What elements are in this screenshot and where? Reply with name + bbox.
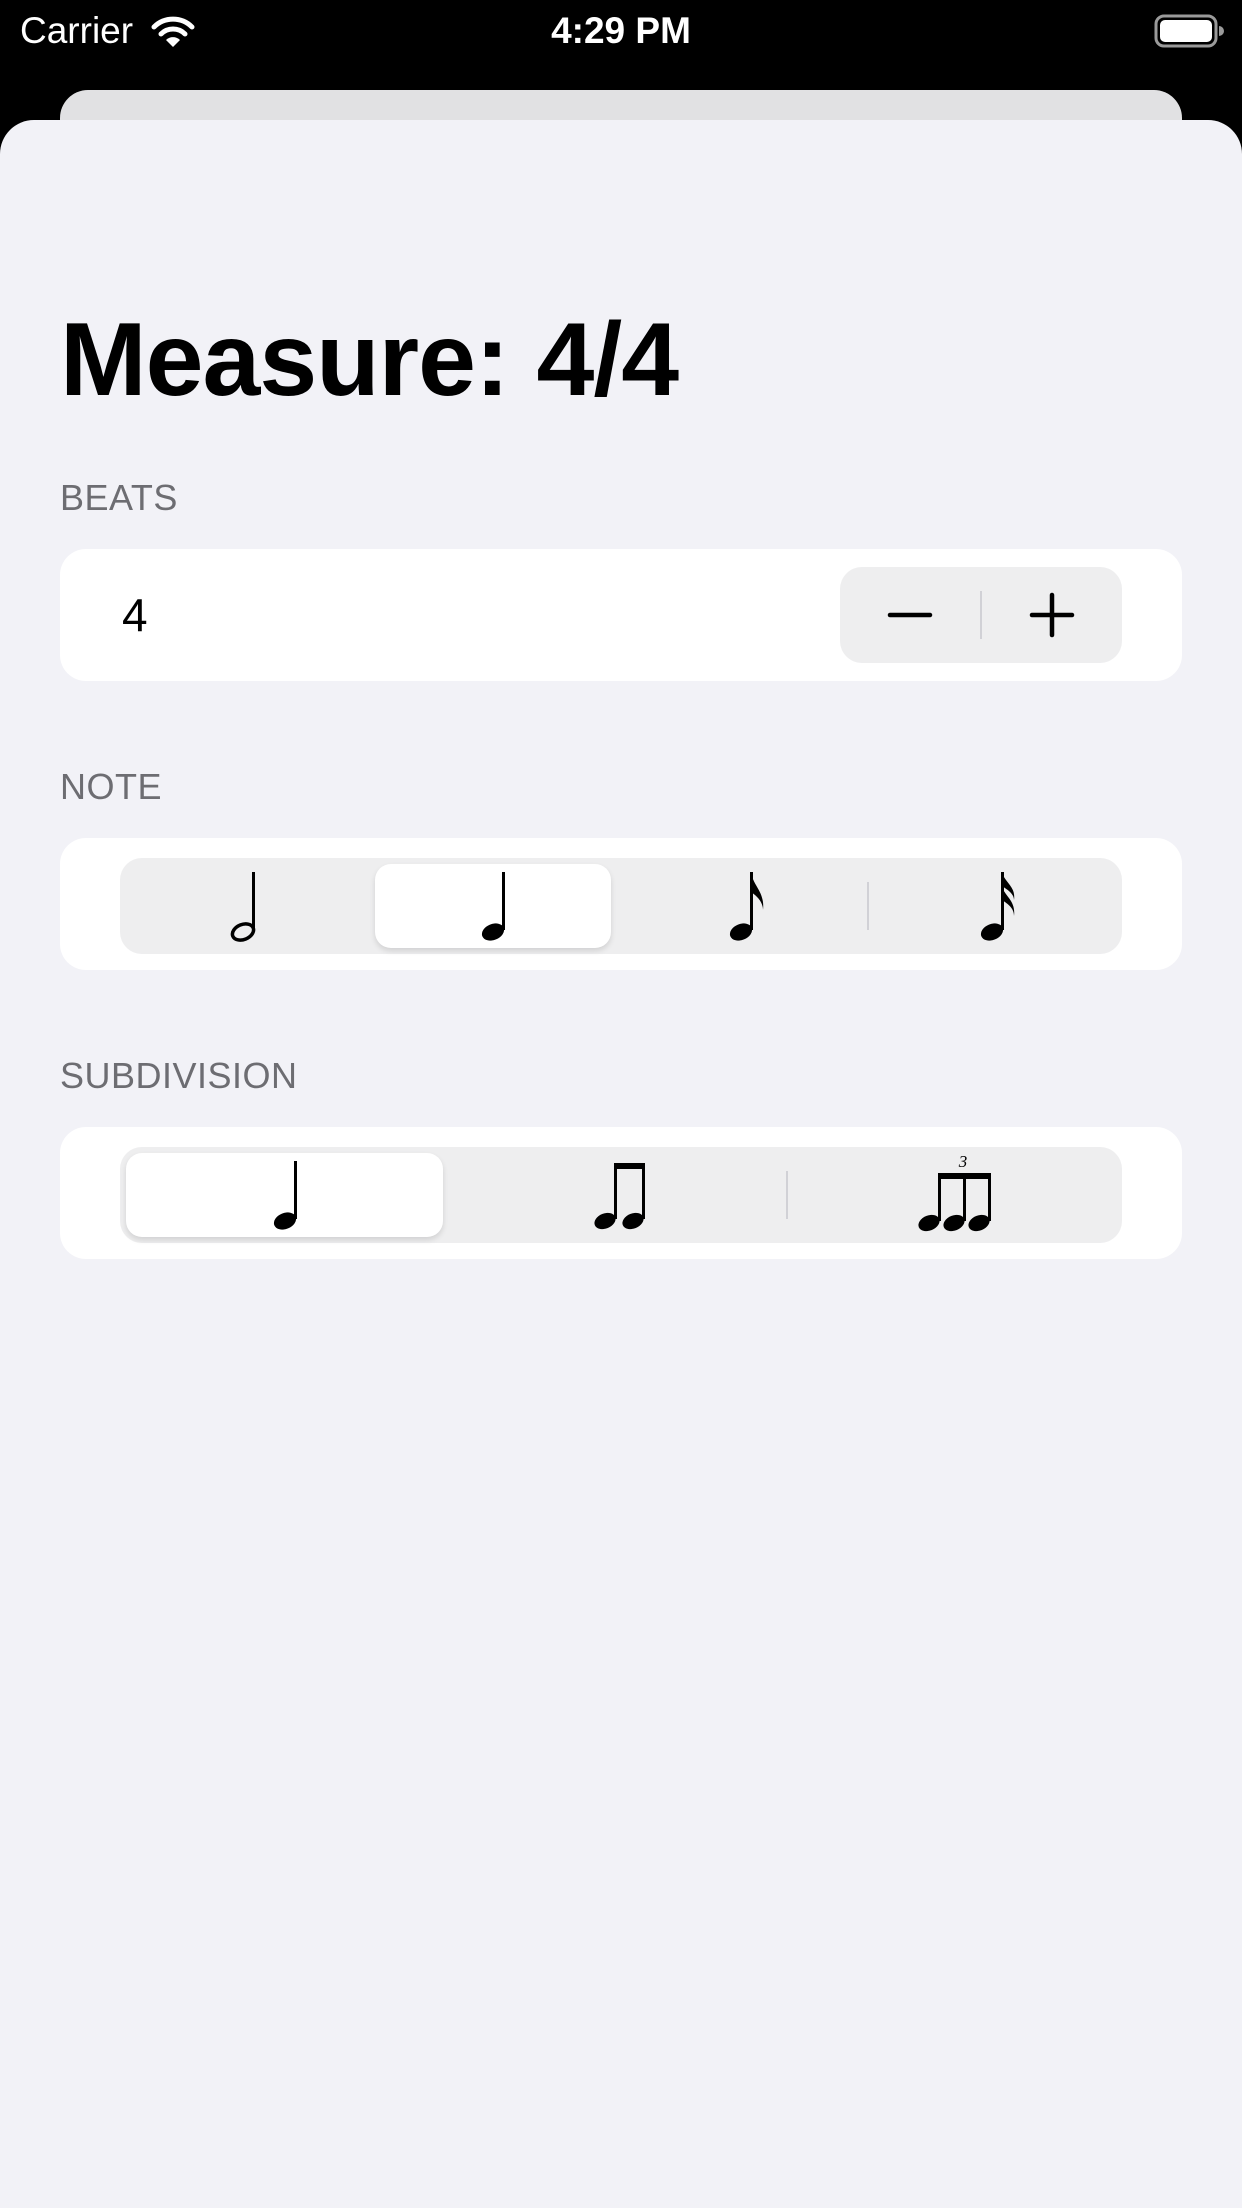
decrement-button[interactable] <box>840 567 980 663</box>
status-time: 4:29 PM <box>551 10 691 51</box>
note-segmented-control[interactable] <box>120 858 1122 954</box>
beats-value: 4 <box>122 589 148 641</box>
eighth-note-icon <box>729 872 764 941</box>
half-note-icon <box>230 872 256 942</box>
beats-card: 4 <box>60 549 1182 681</box>
battery-full-icon <box>1154 14 1224 48</box>
subdivision-section-header: SUBDIVISION <box>60 1055 298 1096</box>
minus-icon <box>887 612 933 618</box>
subdivision-segment-eighths[interactable] <box>454 1147 788 1243</box>
note-segment-sixteenth[interactable] <box>870 858 1122 954</box>
note-section-header: NOTE <box>60 766 163 807</box>
subdivision-segmented-control[interactable]: 3 <box>120 1147 1122 1243</box>
beats-section-header: BEATS <box>60 477 178 518</box>
note-card <box>60 838 1182 970</box>
beats-stepper[interactable] <box>840 567 1122 663</box>
quarter-note-icon <box>481 872 505 941</box>
triplet-eighth-notes-icon: 3 <box>918 1153 991 1232</box>
subdivision-card: 3 <box>60 1127 1182 1259</box>
status-bar: Carrier 4:29 PM <box>0 0 1242 64</box>
note-segment-quarter[interactable] <box>370 858 620 954</box>
measure-sheet: Measure: 4/4 BEATS 4 NOTE SUBDIVISION 3 <box>0 120 1242 2208</box>
subdivision-segment-triplets[interactable]: 3 <box>788 1147 1122 1243</box>
plus-icon <box>1029 592 1075 638</box>
two-beamed-eighth-notes-icon <box>594 1163 645 1230</box>
note-segment-half[interactable] <box>120 858 370 954</box>
note-segment-eighth[interactable] <box>620 858 870 954</box>
triplet-label: 3 <box>958 1153 968 1171</box>
subdivision-segment-quarter[interactable] <box>120 1147 454 1243</box>
page-title: Measure: 4/4 <box>60 302 679 418</box>
increment-button[interactable] <box>982 567 1122 663</box>
sixteenth-note-icon <box>980 872 1015 941</box>
quarter-note-icon <box>273 1161 297 1230</box>
